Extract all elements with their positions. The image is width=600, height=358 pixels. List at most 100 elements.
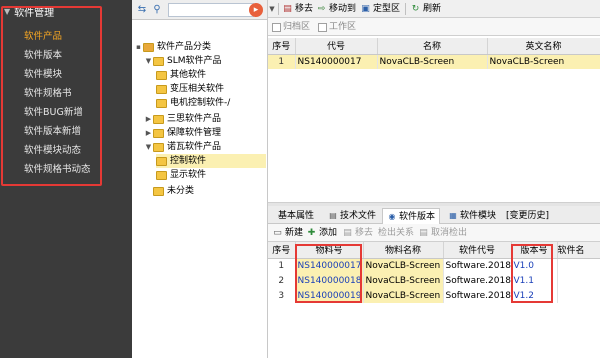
col-header-name[interactable]: 名称 [377,38,488,55]
version-toolbar: ▭ 新建 ✚ 添加 ▤ 移去 检出关系 ▤ 取消检出 [268,224,600,242]
cell-material-name: NovaCLB-Screen [363,258,444,273]
sidebar-header[interactable]: ▼ 软件管理 [0,0,132,22]
tree-toolbar: ⇆ ⚲ ▸ [132,0,267,20]
sidebar-item-software-product[interactable]: 软件产品 [0,27,132,46]
folder-icon [156,170,167,180]
col-header-material-no[interactable]: 物料号 [295,242,364,259]
chevron-down-icon[interactable]: ▼ [268,0,276,18]
tree-node-label: 软件产品分类 [157,42,212,52]
sidebar-item-software-module[interactable]: 软件模块 [0,65,132,84]
tree-expander-icon[interactable]: ▶ [144,112,153,126]
folder-icon [156,70,167,80]
cell-version: V1.0 [511,258,558,273]
checkout-relation-label: 检出关系 [378,228,415,238]
move-to-button[interactable]: ⇨ 移动到 [316,2,356,16]
sidebar: ▼ 软件管理 软件产品 软件版本 软件模块 软件规格书 软件BUG新增 软件版本… [0,0,132,358]
tab-basic-properties[interactable]: 基本属性 [274,208,318,224]
tree-node-label: 显示软件 [170,170,207,180]
tree-node-sansi[interactable]: ▶ 三思软件产品 [144,112,221,126]
detail-tabs: 基本属性 ▤ 技术文件 ◉ 软件版本 ▦ 软件模块 [变更历史] [268,206,600,224]
folder-icon [153,142,164,152]
move-to-icon: ⇨ [317,3,326,14]
remove-button[interactable]: ▤ 移去 [342,226,373,240]
sidebar-item-spec-activity[interactable]: 软件规格书动态 [0,160,132,179]
sidebar-item-software-spec[interactable]: 软件规格书 [0,84,132,103]
version-grid: 序号 物料号 物料名称 软件代号 版本号 软件名 1 NS140000017 N… [268,242,600,303]
remove-label: 移去 [355,228,374,238]
tree-expander-icon[interactable]: ▼ [144,54,153,68]
tree-node-other-software[interactable]: 其他软件 [156,68,206,82]
table-row[interactable]: 2 NS140000018 NovaCLB-Screen Software.20… [268,273,600,288]
tree-expander-icon[interactable]: ▼ [144,140,153,154]
col-header-seq[interactable]: 序号 [268,242,296,259]
refresh-label: 刷新 [423,4,442,14]
sidebar-item-version-new[interactable]: 软件版本新增 [0,122,132,141]
archive-checkbox-icon[interactable] [272,22,281,32]
tree-node-transformer-software[interactable]: 变压相关软件 [156,82,224,96]
tree-node-slm[interactable]: ▼ SLM软件产品 [144,54,222,68]
work-checkbox-icon[interactable] [318,22,327,32]
tab-software-module[interactable]: ▦ 软件模块 [444,208,500,224]
new-button[interactable]: ▭ 新建 [272,226,303,240]
collapse-triangle-icon[interactable]: ▼ [4,7,10,16]
sidebar-item-software-version[interactable]: 软件版本 [0,46,132,65]
col-header-software-name[interactable]: 软件名 [557,242,600,259]
tree-node-label: 电机控制软件-/ [170,98,231,108]
sidebar-item-bug-new[interactable]: 软件BUG新增 [0,103,132,122]
tab-technical-files[interactable]: ▤ 技术文件 [324,208,380,224]
tree-expander-icon[interactable]: ▪ [134,40,143,54]
cell-seq: 3 [268,288,296,303]
col-header-version-no[interactable]: 版本号 [511,242,558,259]
col-header-software-code[interactable]: 软件代号 [443,242,512,259]
refresh-button[interactable]: ↻ 刷新 [410,2,441,16]
table-row[interactable]: 1 NS140000017 NovaCLB-Screen NovaCLB-Scr… [268,54,600,69]
locate-area-button[interactable]: ▣ 定型区 [360,2,400,16]
table-row[interactable]: 3 NS140000019 NovaCLB-Screen Software.20… [268,288,600,303]
tab-label: 技术文件 [340,211,377,221]
sidebar-item-module-activity[interactable]: 软件模块动态 [0,141,132,160]
tab-label: 软件模块 [460,211,497,221]
remove-icon: ▤ [343,227,352,238]
cell-software-code: Software.20180... [443,273,512,288]
refresh-tree-icon[interactable]: ⇆ [136,4,148,16]
tree-search-input[interactable] [168,3,254,17]
tree-node-display-software[interactable]: 显示软件 [156,168,206,182]
cell-material-name: NovaCLB-Screen [363,273,444,288]
col-header-en-name[interactable]: 英文名称 [487,38,600,55]
tab-label: 基本属性 [278,211,315,221]
folder-icon [153,128,164,138]
col-header-material-name[interactable]: 物料名称 [363,242,444,259]
col-header-seq[interactable]: 序号 [268,38,296,55]
category-tree-panel: ⇆ ⚲ ▸ ▪ 软件产品分类 ▼ SLM软件产品 其他软件 变压相关软件 电机控… [132,0,268,358]
tree-node-motor-software[interactable]: 电机控制软件-/ [156,96,230,110]
tree-node-nova[interactable]: ▼ 诺瓦软件产品 [144,140,221,154]
checkout-relation-button[interactable]: 检出关系 [378,226,414,240]
tree-node-uncategorized[interactable]: 未分类 [153,184,194,198]
tree-search-button-icon[interactable]: ▸ [249,3,263,17]
tree-node-support-software[interactable]: ▶ 保障软件管理 [144,126,221,140]
work-area-toggle[interactable]: 工作区 [318,20,356,34]
cell-version: V1.2 [511,288,558,303]
add-button[interactable]: ✚ 添加 [306,226,337,240]
cell-material-no: NS140000018 [295,273,364,288]
tree-node-control-software[interactable]: 控制软件 [156,154,266,168]
cell-software-name [557,258,600,273]
col-header-code[interactable]: 代号 [295,38,378,55]
tab-software-version[interactable]: ◉ 软件版本 [382,208,441,224]
product-grid-header: 序号 代号 名称 英文名称 [268,38,600,55]
work-area-label: 工作区 [329,22,357,32]
cancel-checkout-button[interactable]: ▤ 取消检出 [418,226,467,240]
tree-structure-icon[interactable]: ⚲ [151,4,163,16]
archive-area-label: 归档区 [283,22,311,32]
archive-area-toggle[interactable]: 归档区 [272,20,310,34]
cell-software-name [557,288,600,303]
tree-node-root[interactable]: ▪ 软件产品分类 [134,40,211,54]
toolbar-separator [278,3,279,15]
table-row[interactable]: 1 NS140000017 NovaCLB-Screen Software.20… [268,258,600,273]
tree-node-label: 控制软件 [170,156,207,166]
cell-en-name: NovaCLB-Screen [487,54,600,69]
cell-software-code: Software.20180... [443,288,512,303]
tree-expander-icon[interactable]: ▶ [144,126,153,140]
move-out-button[interactable]: ▤ 移去 [282,2,313,16]
tab-change-history[interactable]: [变更历史] [502,208,553,224]
